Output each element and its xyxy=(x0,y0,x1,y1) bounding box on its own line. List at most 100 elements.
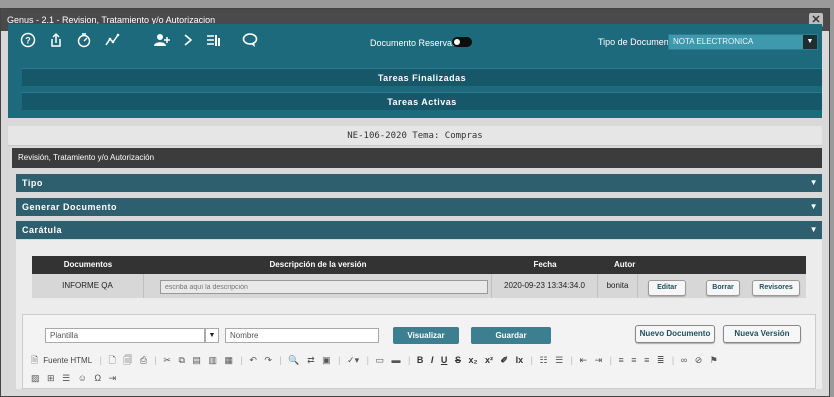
table-icon[interactable]: ⊞ xyxy=(47,371,55,385)
fuente-html-button[interactable]: Fuente HTML xyxy=(43,354,92,368)
indent-icon[interactable]: ⇥ xyxy=(595,353,603,367)
separator: | xyxy=(671,355,675,365)
bold-icon[interactable]: B xyxy=(417,353,424,367)
nueva-version-button[interactable]: Nueva Versión xyxy=(723,325,801,343)
top-toolbar: ? Documento Reservado: Tipo de Documento… xyxy=(8,24,822,118)
field-icon[interactable]: ▬ xyxy=(392,353,401,367)
list-icon[interactable] xyxy=(204,32,224,52)
chart-line-icon[interactable] xyxy=(102,32,122,52)
chevron-down-icon: ▼ xyxy=(809,202,818,211)
numbered-list-icon[interactable]: ☷ xyxy=(539,353,547,367)
separator: | xyxy=(570,355,574,365)
date-cell: 2020-09-23 13:34:34.0 xyxy=(492,274,598,298)
plantilla-select[interactable]: Plantilla xyxy=(45,328,205,343)
svg-text:?: ? xyxy=(25,36,31,46)
chat-icon[interactable] xyxy=(240,32,260,52)
document-editor: Plantilla ▼ Nombre Visualizar Guardar Nu… xyxy=(22,314,816,389)
nuevo-documento-button[interactable]: Nuevo Documento xyxy=(635,325,715,343)
print-icon[interactable]: ⎙ xyxy=(140,353,147,367)
unlink-icon[interactable]: ⊘ xyxy=(695,353,703,367)
redo-icon[interactable]: ↷ xyxy=(264,353,272,367)
subscript-icon[interactable]: x₂ xyxy=(468,353,477,367)
tareas-finalizadas-bar[interactable]: Tareas Finalizadas xyxy=(22,68,822,86)
align-left-icon[interactable]: ≡ xyxy=(619,353,624,367)
chevron-down-icon: ▼ xyxy=(809,178,818,187)
chevron-right-icon[interactable] xyxy=(178,32,198,52)
paste-icon[interactable]: ▤ xyxy=(192,353,201,367)
column-header: Descripción de la versión xyxy=(144,256,492,274)
add-user-icon[interactable] xyxy=(152,32,172,52)
separator: | xyxy=(530,355,533,365)
tareas-activas-bar[interactable]: Tareas Activas xyxy=(22,92,822,110)
revision-header: Revisión, Tratamiento y/o Autorización xyxy=(12,148,822,168)
separator: | xyxy=(366,355,369,365)
documento-reservado-label: Documento Reservado: xyxy=(370,38,465,48)
underline-icon[interactable]: U xyxy=(441,353,448,367)
align-right-icon[interactable]: ≡ xyxy=(644,353,649,367)
source-icon[interactable]: 🗎 xyxy=(31,353,38,367)
column-header: Autor xyxy=(598,256,806,274)
spellcheck-icon[interactable]: ✓▾ xyxy=(347,353,359,367)
section-caratula-label: Carátula xyxy=(22,225,63,235)
editor-toolbar-row-2: ▨ ⊞ ☰ ☺ Ω ⇥ xyxy=(31,371,121,385)
chevron-down-icon: ▼ xyxy=(809,225,818,234)
column-header: Documentos xyxy=(32,256,144,274)
clear-format-icon[interactable]: Ix xyxy=(516,353,524,367)
align-center-icon[interactable]: ≡ xyxy=(631,353,636,367)
separator: | xyxy=(609,355,612,365)
section-tipo-label: Tipo xyxy=(22,178,43,188)
guardar-button[interactable]: Guardar xyxy=(471,327,551,344)
editor-toolbar-row-1: 🗎 Fuente HTML | 🗋 🗐 ⎙ | ✂ ⧉ ▤ ▥ ▦ | ↶ ↷ |… xyxy=(31,353,723,367)
paste-text-icon[interactable]: ▥ xyxy=(208,353,217,367)
borrar-button[interactable]: Borrar xyxy=(706,280,740,296)
tipo-documento-value: NOTA ELECTRONICA xyxy=(673,37,754,46)
replace-icon[interactable]: ⇄ xyxy=(307,353,315,367)
section-tipo[interactable]: Tipo ▼ xyxy=(16,174,822,192)
select-all-icon[interactable]: ▣ xyxy=(322,353,331,367)
tipo-documento-select[interactable]: NOTA ELECTRONICA ▼ xyxy=(668,34,818,50)
page-break-icon[interactable]: ⇥ xyxy=(109,371,117,385)
italic-icon[interactable]: I xyxy=(431,353,434,367)
link-icon[interactable]: ∞ xyxy=(681,353,687,367)
omega-icon[interactable]: Ω xyxy=(94,371,101,385)
separator: | xyxy=(240,355,243,365)
upload-icon[interactable] xyxy=(46,32,66,52)
find-icon[interactable]: 🔍 xyxy=(288,353,299,367)
editar-button[interactable]: Editar xyxy=(648,280,686,296)
bullet-list-icon[interactable]: ☰ xyxy=(555,353,563,367)
revisores-button[interactable]: Revisores xyxy=(752,280,800,296)
page-title: NE-106-2020 Tema: Compras xyxy=(8,126,822,146)
new-page-icon[interactable]: 🗋 xyxy=(109,353,116,367)
section-generar-documento[interactable]: Generar Documento ▼ xyxy=(16,198,822,216)
align-justify-icon[interactable]: ≣ xyxy=(657,353,665,367)
form-icon[interactable]: ▭ xyxy=(375,353,384,367)
preview-icon[interactable]: 🗐 xyxy=(123,353,132,367)
outdent-icon[interactable]: ⇤ xyxy=(580,353,588,367)
separator: | xyxy=(154,355,157,365)
documento-reservado-toggle[interactable] xyxy=(452,37,472,47)
copy-icon[interactable]: ⧉ xyxy=(178,353,184,367)
chevron-down-icon[interactable]: ▼ xyxy=(205,328,219,343)
cut-icon[interactable]: ✂ xyxy=(163,353,171,367)
paste-word-icon[interactable]: ▦ xyxy=(224,353,233,367)
smiley-icon[interactable]: ☺ xyxy=(78,371,87,385)
image-icon[interactable]: ▨ xyxy=(31,371,40,385)
section-caratula[interactable]: Carátula ▼ xyxy=(16,221,822,239)
format-painter-icon[interactable]: ✐ xyxy=(501,353,509,367)
section-generar-label: Generar Documento xyxy=(22,202,118,212)
help-icon[interactable]: ? xyxy=(18,32,38,52)
strikethrough-icon[interactable]: S xyxy=(455,353,461,367)
nombre-input[interactable]: Nombre xyxy=(225,328,379,343)
superscript-icon[interactable]: x² xyxy=(485,353,493,367)
description-input[interactable] xyxy=(160,280,488,294)
timer-icon[interactable] xyxy=(74,32,94,52)
visualizar-button[interactable]: Visualizar xyxy=(393,327,459,344)
anchor-icon[interactable]: ⚑ xyxy=(710,353,718,367)
separator: | xyxy=(99,355,103,365)
horizontal-line-icon[interactable]: ☰ xyxy=(62,371,70,385)
tipo-documento-label: Tipo de Documento: xyxy=(598,37,679,47)
separator: | xyxy=(338,355,341,365)
separator: | xyxy=(408,355,411,365)
caratula-body: Documentos Descripción de la versión Fec… xyxy=(16,240,822,389)
undo-icon[interactable]: ↶ xyxy=(249,353,257,367)
